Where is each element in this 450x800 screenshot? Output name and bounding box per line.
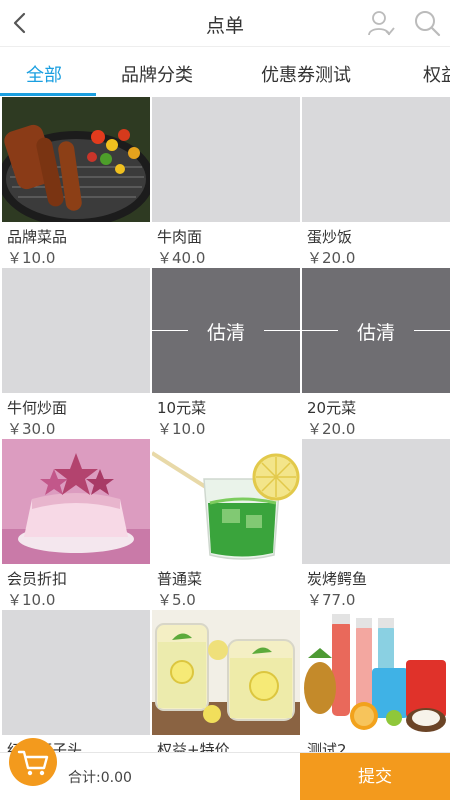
menu-item[interactable]: 蛋炒饭 ￥20.0	[302, 97, 450, 268]
pink-cake-image	[2, 439, 150, 564]
item-name: 10元菜	[157, 399, 207, 417]
item-price: ￥20.0	[307, 249, 356, 267]
item-price: ￥10.0	[7, 249, 56, 267]
cart-button[interactable]	[9, 738, 57, 786]
item-name: 牛何炒面	[7, 399, 68, 417]
item-price: ￥30.0	[7, 420, 56, 438]
item-price: ￥77.0	[307, 591, 356, 609]
colorful-drinks-image	[302, 610, 450, 735]
divider	[414, 330, 450, 331]
item-price: ￥20.0	[307, 420, 356, 438]
item-name: 普通菜	[157, 570, 203, 588]
placeholder-image	[302, 439, 450, 564]
item-price: ￥5.0	[157, 591, 196, 609]
soldout-label: 估清	[206, 322, 245, 344]
shopping-cart-icon	[17, 750, 49, 776]
tab-coupon-test[interactable]: 优惠券测试	[261, 61, 351, 87]
tab-brand-category[interactable]: 品牌分类	[121, 61, 193, 87]
menu-item[interactable]: 炭烤鳄鱼 ￥77.0	[302, 439, 450, 610]
header-bar: 点单	[0, 0, 450, 46]
category-tabs: 全部 品牌分类 优惠券测试 权益	[0, 46, 450, 96]
tab-all[interactable]: 全部	[26, 61, 62, 87]
soldout-label: 估清	[356, 322, 395, 344]
footer-bar: 合计:0.00 提交	[0, 752, 450, 800]
placeholder-image	[2, 610, 150, 735]
placeholder-image	[152, 97, 300, 222]
active-tab-indicator	[0, 93, 96, 96]
menu-item[interactable]: 估清 20元菜 ￥20.0	[302, 268, 450, 439]
soldout-overlay: 估清	[152, 268, 300, 393]
item-name: 品牌菜品	[7, 228, 68, 246]
placeholder-image	[302, 97, 450, 222]
placeholder-image	[2, 268, 150, 393]
item-name: 蛋炒饭	[307, 228, 353, 246]
menu-item[interactable]: 品牌菜品 ￥10.0	[2, 97, 150, 268]
menu-item[interactable]: 会员折扣 ￥10.0	[2, 439, 150, 610]
item-name: 牛肉面	[157, 228, 203, 246]
soldout-overlay: 估清	[302, 268, 450, 393]
menu-item[interactable]: 普通菜 ￥5.0	[152, 439, 300, 610]
item-name: 炭烤鳄鱼	[307, 570, 368, 588]
item-name: 20元菜	[307, 399, 357, 417]
submit-button[interactable]: 提交	[300, 753, 450, 800]
item-price: ￥10.0	[7, 591, 56, 609]
divider	[264, 330, 300, 331]
item-price: ￥10.0	[157, 420, 206, 438]
lemonade-image	[152, 610, 300, 735]
green-drink-image	[152, 439, 300, 564]
item-name: 会员折扣	[7, 570, 68, 588]
user-check-icon[interactable]	[366, 8, 396, 38]
total-amount: 合计:0.00	[68, 770, 132, 786]
bbq-grill-image	[2, 97, 150, 222]
menu-item[interactable]: 估清 10元菜 ￥10.0	[152, 268, 300, 439]
menu-item[interactable]: 牛何炒面 ￥30.0	[2, 268, 150, 439]
menu-item[interactable]: 牛肉面 ￥40.0	[152, 97, 300, 268]
search-icon[interactable]	[412, 8, 442, 38]
item-price: ￥40.0	[157, 249, 206, 267]
tab-rights[interactable]: 权益	[423, 61, 450, 87]
